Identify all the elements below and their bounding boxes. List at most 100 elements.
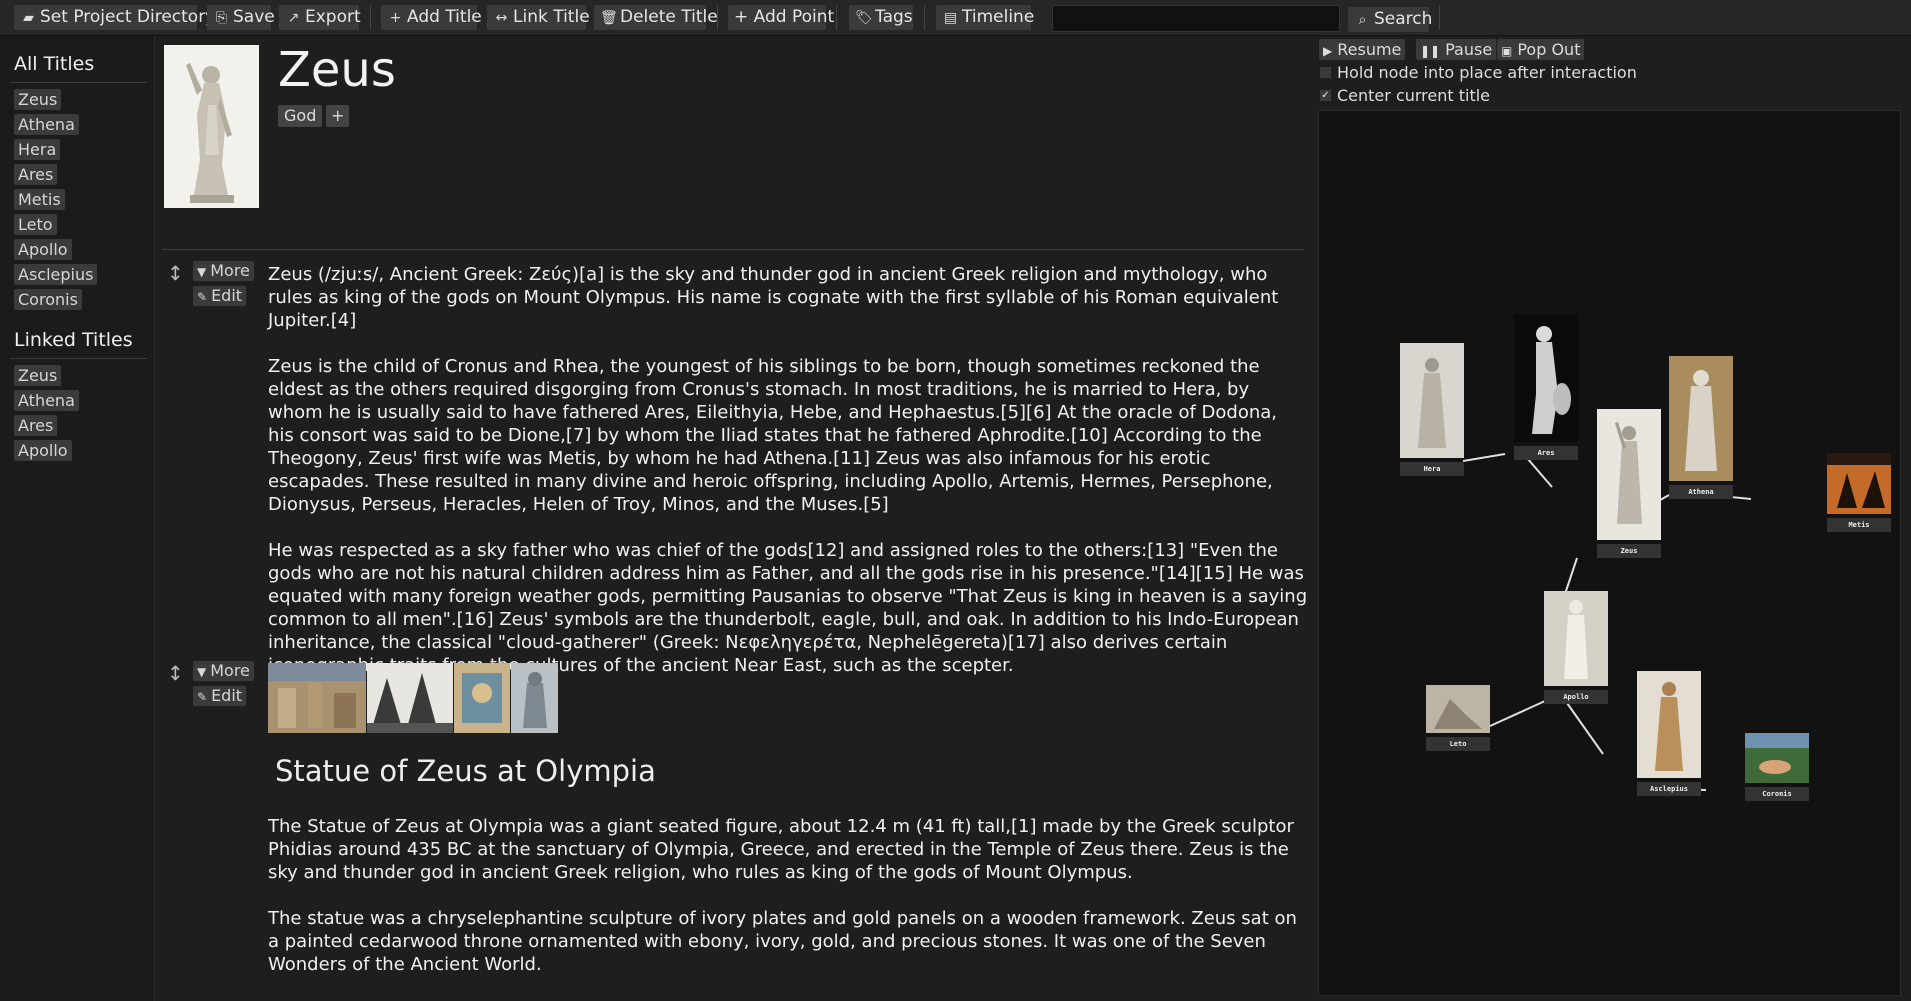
paragraph: Zeus (/zjuːs/, Ancient Greek: Ζεύς)[a] i… xyxy=(268,264,1279,331)
caret-down-icon: ▼ xyxy=(197,265,207,279)
all-titles-list: Zeus Athena Hera Ares Metis Leto Apollo … xyxy=(14,89,98,314)
tags-button[interactable]: 🏷 Tags xyxy=(849,5,913,30)
calendar-icon: ▤ xyxy=(943,10,958,26)
zeus-image xyxy=(1597,409,1661,540)
node-label: Coronis xyxy=(1745,787,1809,801)
add-point-button[interactable]: + Add Point xyxy=(728,5,834,30)
graph-node-apollo[interactable]: Apollo xyxy=(1544,591,1608,704)
leto-image xyxy=(1426,685,1490,733)
export-icon: ↗ xyxy=(287,10,300,26)
add-tag-button[interactable]: + xyxy=(326,105,350,127)
asclepius-image xyxy=(1637,671,1701,778)
edit-button[interactable]: ✎ Edit xyxy=(193,686,247,706)
linked-item-athena[interactable]: Athena xyxy=(14,390,79,411)
plus-icon: + xyxy=(389,10,402,26)
pause-icon: ❚❚ xyxy=(1420,44,1441,58)
checkmark-icon[interactable]: ✓ xyxy=(1320,90,1331,101)
node-label: Apollo xyxy=(1544,690,1608,704)
sidebar-item-ares[interactable]: Ares xyxy=(14,164,58,185)
sidebar-item-coronis[interactable]: Coronis xyxy=(14,289,82,310)
drag-handle-icon[interactable]: ↕ xyxy=(167,661,184,685)
text-block: Zeus (/zjuːs/, Ancient Greek: Ζεύς)[a] i… xyxy=(268,263,1308,700)
node-label: Athena xyxy=(1669,485,1733,499)
node-label: Leto xyxy=(1426,737,1490,751)
graph-node-leto[interactable]: Leto xyxy=(1426,685,1490,751)
more-button[interactable]: ▼ More xyxy=(193,661,254,681)
relationship-graph[interactable]: Hera Ares Zeus Athena Metis Apollo Leto … xyxy=(1318,110,1901,996)
add-title-button[interactable]: + Add Title xyxy=(381,5,482,30)
pop-out-button[interactable]: ▣ Pop Out xyxy=(1497,39,1585,60)
resume-button[interactable]: ▶ Resume xyxy=(1319,39,1406,60)
hold-node-checkbox[interactable]: Hold node into place after interaction xyxy=(1320,63,1637,83)
node-label: Zeus xyxy=(1597,544,1661,558)
search-button[interactable]: ⌕ Search xyxy=(1348,7,1432,32)
delete-title-button[interactable]: 🗑 Delete Title xyxy=(594,5,718,30)
divider xyxy=(10,358,147,359)
gallery-image[interactable] xyxy=(268,663,366,733)
paragraph: The Statue of Zeus at Olympia was a gian… xyxy=(268,816,1294,883)
pause-button[interactable]: ❚❚ Pause xyxy=(1416,39,1497,60)
node-label: Ares xyxy=(1514,446,1578,460)
save-button[interactable]: ⎘ Save xyxy=(207,5,275,30)
athena-image xyxy=(1669,356,1733,481)
gallery-image[interactable] xyxy=(511,663,558,733)
more-button[interactable]: ▼ More xyxy=(193,261,254,281)
center-title-checkbox[interactable]: ✓ Center current title xyxy=(1320,86,1490,106)
folder-icon: ▰ xyxy=(23,10,34,26)
sidebar: All Titles Zeus Athena Hera Ares Metis L… xyxy=(0,36,155,1001)
search-icon: ⌕ xyxy=(1358,12,1367,28)
export-button[interactable]: ↗ Export xyxy=(279,5,361,30)
linked-titles-heading: Linked Titles xyxy=(14,329,133,351)
link-title-button[interactable]: ↔ Link Title xyxy=(487,5,590,30)
search-input[interactable] xyxy=(1052,5,1340,32)
sidebar-item-asclepius[interactable]: Asclepius xyxy=(14,264,98,285)
coronis-image xyxy=(1745,733,1809,783)
sidebar-item-leto[interactable]: Leto xyxy=(14,214,57,235)
toolbar-divider xyxy=(1439,5,1440,30)
toolbar-divider xyxy=(370,5,371,30)
sidebar-item-zeus[interactable]: Zeus xyxy=(14,89,62,110)
graph-node-asclepius[interactable]: Asclepius xyxy=(1637,671,1701,796)
checkbox-unchecked[interactable] xyxy=(1320,67,1331,78)
graph-node-coronis[interactable]: Coronis xyxy=(1745,733,1809,801)
timeline-button[interactable]: ▤ Timeline xyxy=(936,5,1034,30)
graph-node-zeus[interactable]: Zeus xyxy=(1597,409,1661,558)
sidebar-item-hera[interactable]: Hera xyxy=(14,139,61,160)
drag-handle-icon[interactable]: ↕ xyxy=(167,261,184,285)
header-divider xyxy=(162,249,1304,250)
apollo-image xyxy=(1544,591,1608,686)
text-block: The Statue of Zeus at Olympia was a gian… xyxy=(268,815,1308,999)
graph-node-athena[interactable]: Athena xyxy=(1669,356,1733,499)
caret-down-icon: ▼ xyxy=(197,665,207,679)
linked-item-zeus[interactable]: Zeus xyxy=(14,365,62,386)
gallery-image[interactable] xyxy=(367,663,453,733)
sidebar-item-apollo[interactable]: Apollo xyxy=(14,239,72,260)
edit-button[interactable]: ✎ Edit xyxy=(193,286,247,306)
sidebar-item-athena[interactable]: Athena xyxy=(14,114,79,135)
pencil-icon: ✎ xyxy=(197,290,208,304)
window-icon: ▣ xyxy=(1501,44,1513,58)
title-image[interactable] xyxy=(164,45,259,208)
link-icon: ↔ xyxy=(495,10,508,26)
graph-node-hera[interactable]: Hera xyxy=(1400,343,1464,476)
graph-edge xyxy=(1566,702,1604,755)
page-title: Zeus xyxy=(278,42,396,98)
graph-node-ares[interactable]: Ares xyxy=(1514,314,1578,460)
play-icon: ▶ xyxy=(1323,44,1333,58)
linked-item-ares[interactable]: Ares xyxy=(14,415,58,436)
linked-item-apollo[interactable]: Apollo xyxy=(14,440,72,461)
gallery-image[interactable] xyxy=(454,663,510,733)
linked-titles-list: Zeus Athena Ares Apollo xyxy=(14,365,79,465)
metis-image xyxy=(1827,453,1891,514)
graph-node-metis[interactable]: Metis xyxy=(1827,453,1891,532)
tag-chip[interactable]: God xyxy=(278,105,323,127)
node-label: Metis xyxy=(1827,518,1891,532)
all-titles-heading: All Titles xyxy=(14,53,95,75)
set-project-directory-button[interactable]: ▰ Set Project Directory xyxy=(14,5,215,30)
statue-image xyxy=(164,45,259,208)
toolbar-divider xyxy=(836,5,837,30)
section-title: Statue of Zeus at Olympia xyxy=(275,754,656,788)
sidebar-item-metis[interactable]: Metis xyxy=(14,189,65,210)
trash-icon: 🗑 xyxy=(600,10,618,26)
node-label: Asclepius xyxy=(1637,782,1701,796)
